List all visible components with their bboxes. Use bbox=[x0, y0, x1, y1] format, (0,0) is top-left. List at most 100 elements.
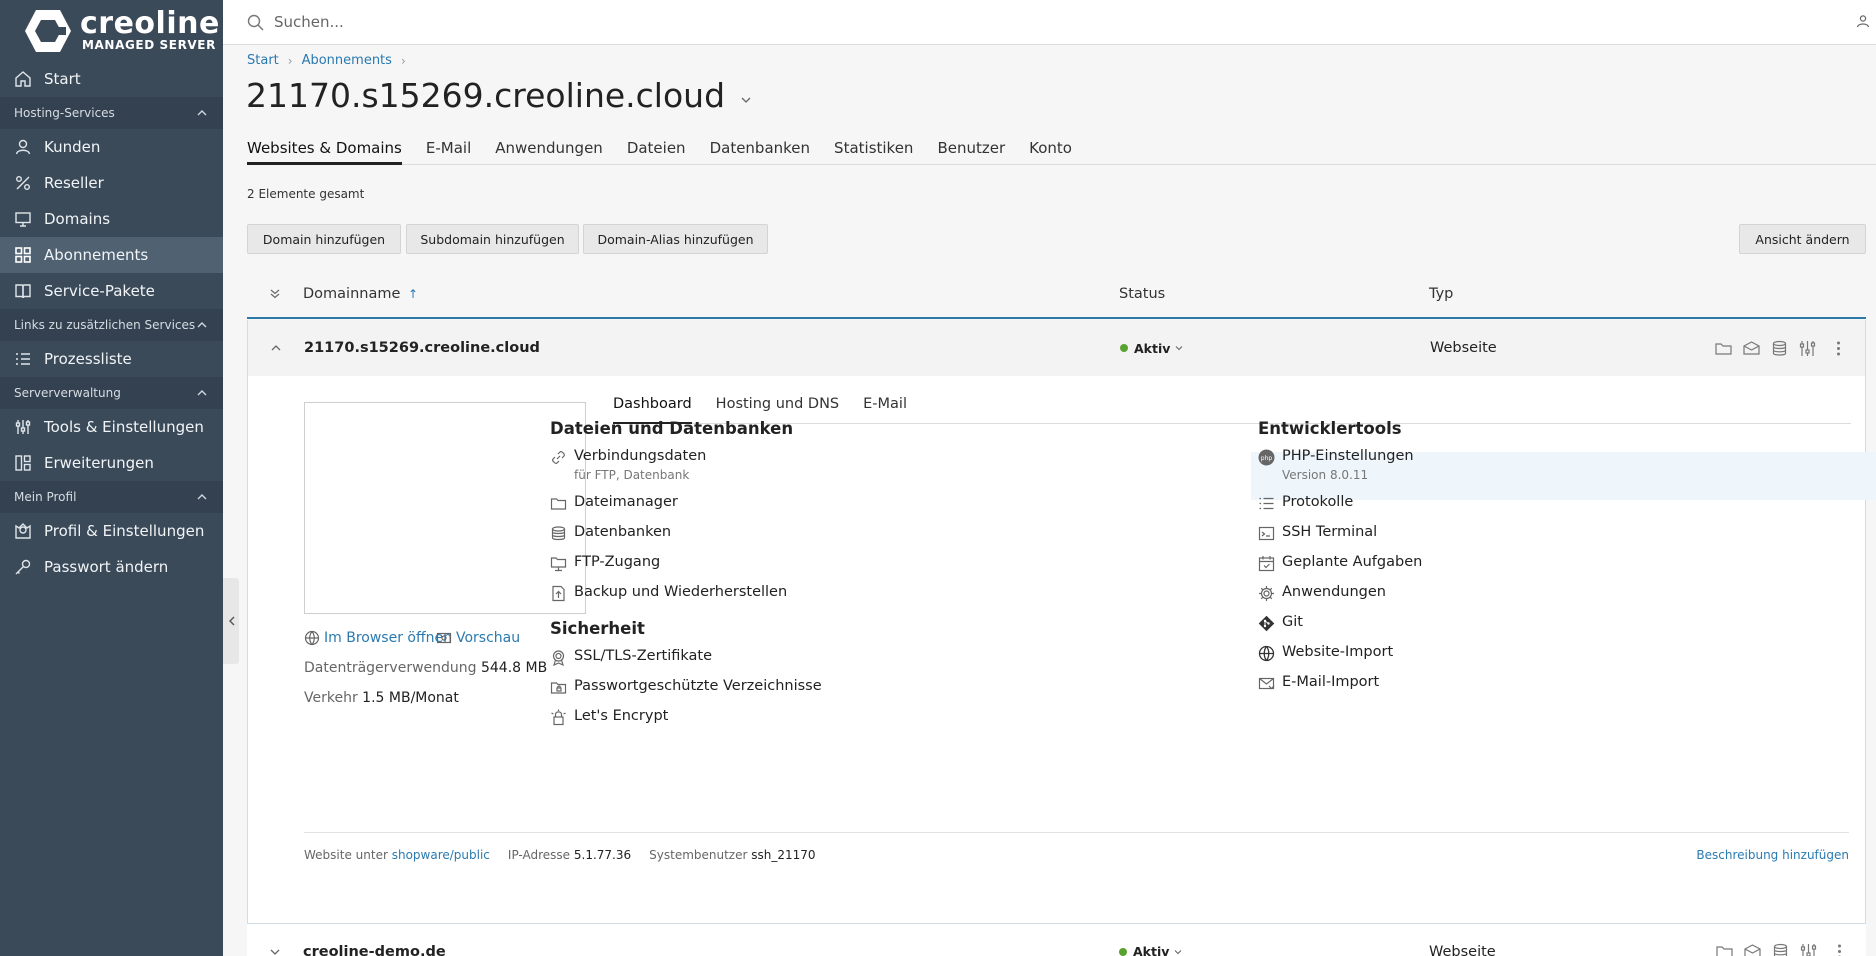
preview-icon bbox=[436, 632, 452, 644]
traffic-value: 1.5 MB/Monat bbox=[362, 690, 459, 706]
expand-row-button[interactable] bbox=[247, 947, 303, 956]
sidebar-item-label: Reseller bbox=[44, 174, 104, 192]
system-user-label: Systembenutzer bbox=[649, 848, 748, 862]
tool-verbindungsdaten[interactable]: Verbindungsdaten für FTP, Datenbank bbox=[550, 448, 706, 482]
sidebar-item-profil-einstellungen[interactable]: Profil & Einstellungen bbox=[0, 513, 223, 549]
preview-link[interactable]: Vorschau bbox=[436, 630, 520, 646]
tab-konto[interactable]: Konto bbox=[1029, 139, 1072, 165]
more-options-icon[interactable] bbox=[1827, 942, 1846, 956]
mail-icon[interactable] bbox=[1743, 942, 1762, 956]
tool-label: Datenbanken bbox=[574, 524, 672, 540]
sidebar-item-tools-einstellungen[interactable]: Tools & Einstellungen bbox=[0, 409, 223, 445]
tab-websites-domains[interactable]: Websites & Domains bbox=[247, 139, 402, 165]
sidebar-item-domains[interactable]: Domains bbox=[0, 201, 223, 237]
brand-logo[interactable]: creoline MANAGED SERVER bbox=[0, 0, 223, 61]
database-icon[interactable] bbox=[1770, 339, 1789, 358]
sidebar-item-passwort-aendern[interactable]: Passwort ändern bbox=[0, 549, 223, 585]
chevron-up-icon bbox=[197, 110, 207, 116]
sidebar-section-serververwaltung[interactable]: Serververwaltung bbox=[0, 377, 223, 409]
add-domain-alias-button[interactable]: Domain-Alias hinzufügen bbox=[583, 224, 768, 254]
tool-backup[interactable]: Backup und Wiederherstellen bbox=[550, 584, 787, 602]
expand-all-button[interactable] bbox=[247, 289, 303, 299]
table-row[interactable]: 21170.s15269.creoline.cloud Aktiv Websei… bbox=[247, 320, 1866, 376]
tab-anwendungen[interactable]: Anwendungen bbox=[495, 139, 603, 165]
add-domain-button[interactable]: Domain hinzufügen bbox=[247, 224, 401, 254]
website-path: Website unter shopware/public bbox=[304, 848, 490, 862]
database-icon bbox=[551, 526, 566, 541]
status-badge[interactable]: Aktiv bbox=[1120, 341, 1430, 356]
column-header-status[interactable]: Status bbox=[1119, 286, 1429, 302]
change-view-button[interactable]: Ansicht ändern bbox=[1739, 224, 1866, 254]
folder-icon[interactable] bbox=[1714, 339, 1733, 358]
tool-lets-encrypt[interactable]: Let's Encrypt bbox=[550, 708, 668, 726]
book-icon bbox=[14, 282, 32, 300]
tool-dateimanager[interactable]: Dateimanager bbox=[550, 494, 678, 512]
open-in-browser-link[interactable]: Im Browser öffnen bbox=[304, 630, 452, 646]
backup-icon bbox=[552, 585, 565, 602]
tool-datenbanken[interactable]: Datenbanken bbox=[550, 524, 671, 542]
sidebar-item-abonnements[interactable]: Abonnements bbox=[0, 237, 223, 273]
chevron-down-icon[interactable] bbox=[739, 93, 753, 107]
sliders-icon[interactable] bbox=[1799, 942, 1818, 956]
tool-password-protected-dirs[interactable]: Passwortgeschützte Verzeichnisse bbox=[550, 678, 822, 696]
folder-icon[interactable] bbox=[1715, 942, 1734, 956]
user-icon bbox=[14, 138, 32, 156]
preview-label: Vorschau bbox=[456, 630, 521, 646]
tool-ssl-tls[interactable]: SSL/TLS-Zertifikate bbox=[550, 648, 712, 666]
collapse-row-button[interactable] bbox=[248, 343, 304, 353]
website-path-link[interactable]: shopware/public bbox=[392, 848, 490, 862]
sidebar-item-kunden[interactable]: Kunden bbox=[0, 129, 223, 165]
chevron-down-icon bbox=[1176, 346, 1183, 351]
breadcrumb-start[interactable]: Start bbox=[247, 53, 279, 68]
mail-icon[interactable] bbox=[1742, 339, 1761, 358]
status-label: Aktiv bbox=[1134, 340, 1171, 356]
chevron-up-icon bbox=[197, 494, 207, 500]
search-input[interactable] bbox=[274, 13, 874, 31]
sidebar-section-additional-services[interactable]: Links zu zusätzlichen Services bbox=[0, 309, 223, 341]
column-header-domainname[interactable]: Domainname ↑ bbox=[303, 286, 1119, 302]
breadcrumb-abonnements[interactable]: Abonnements bbox=[302, 53, 392, 68]
sidebar-item-reseller[interactable]: Reseller bbox=[0, 165, 223, 201]
sidebar-item-start[interactable]: Start bbox=[0, 61, 223, 97]
tool-php-settings[interactable]: php PHP-Einstellungen Version 8.0.11 bbox=[1258, 448, 1414, 482]
sliders-icon[interactable] bbox=[1798, 339, 1817, 358]
tool-git[interactable]: Git bbox=[1258, 614, 1303, 632]
sidebar-item-service-pakete[interactable]: Service-Pakete bbox=[0, 273, 223, 309]
tool-ssh-terminal[interactable]: SSH Terminal bbox=[1258, 524, 1377, 542]
tool-email-import[interactable]: E-Mail-Import bbox=[1258, 674, 1379, 692]
user-menu-icon[interactable] bbox=[1856, 14, 1870, 28]
panel-footer-info: Website unter shopware/public IP-Adresse… bbox=[304, 848, 816, 862]
tab-email[interactable]: E-Mail bbox=[863, 396, 907, 424]
status-badge[interactable]: Aktiv bbox=[1119, 944, 1429, 956]
tool-website-import[interactable]: Website-Import bbox=[1258, 644, 1393, 662]
sidebar-item-prozessliste[interactable]: Prozessliste bbox=[0, 341, 223, 377]
panel-divider bbox=[304, 832, 1849, 833]
sidebar: creoline MANAGED SERVER Start Hosting-Se… bbox=[0, 0, 223, 956]
link-icon bbox=[552, 451, 565, 464]
sidebar-item-erweiterungen[interactable]: Erweiterungen bbox=[0, 445, 223, 481]
tab-statistiken[interactable]: Statistiken bbox=[834, 139, 913, 165]
domain-name-link[interactable]: creoline-demo.de bbox=[303, 944, 1119, 956]
section-security-title: Sicherheit bbox=[550, 619, 645, 638]
sidebar-section-hosting-services[interactable]: Hosting-Services bbox=[0, 97, 223, 129]
sidebar-section-label: Hosting-Services bbox=[14, 106, 115, 120]
add-description-link[interactable]: Beschreibung hinzufügen bbox=[1696, 848, 1849, 862]
ftp-icon bbox=[550, 557, 567, 572]
tool-ftp-zugang[interactable]: FTP-Zugang bbox=[550, 554, 660, 572]
tool-geplante-aufgaben[interactable]: Geplante Aufgaben bbox=[1258, 554, 1422, 572]
column-header-typ[interactable]: Typ bbox=[1429, 286, 1453, 302]
more-options-icon[interactable] bbox=[1826, 339, 1845, 358]
tool-anwendungen[interactable]: Anwendungen bbox=[1258, 584, 1386, 602]
add-subdomain-button[interactable]: Subdomain hinzufügen bbox=[406, 224, 579, 254]
tool-protokolle[interactable]: Protokolle bbox=[1258, 494, 1353, 512]
sidebar-section-mein-profil[interactable]: Mein Profil bbox=[0, 481, 223, 513]
tab-dateien[interactable]: Dateien bbox=[627, 139, 686, 165]
tab-benutzer[interactable]: Benutzer bbox=[937, 139, 1005, 165]
database-icon[interactable] bbox=[1771, 942, 1790, 956]
gear-icon bbox=[1259, 586, 1274, 601]
tab-email[interactable]: E-Mail bbox=[426, 139, 471, 165]
tab-datenbanken[interactable]: Datenbanken bbox=[710, 139, 810, 165]
domain-name-link[interactable]: 21170.s15269.creoline.cloud bbox=[304, 340, 1120, 356]
git-icon bbox=[1258, 615, 1275, 632]
table-row[interactable]: creoline-demo.de Aktiv Webseite bbox=[247, 924, 1866, 956]
